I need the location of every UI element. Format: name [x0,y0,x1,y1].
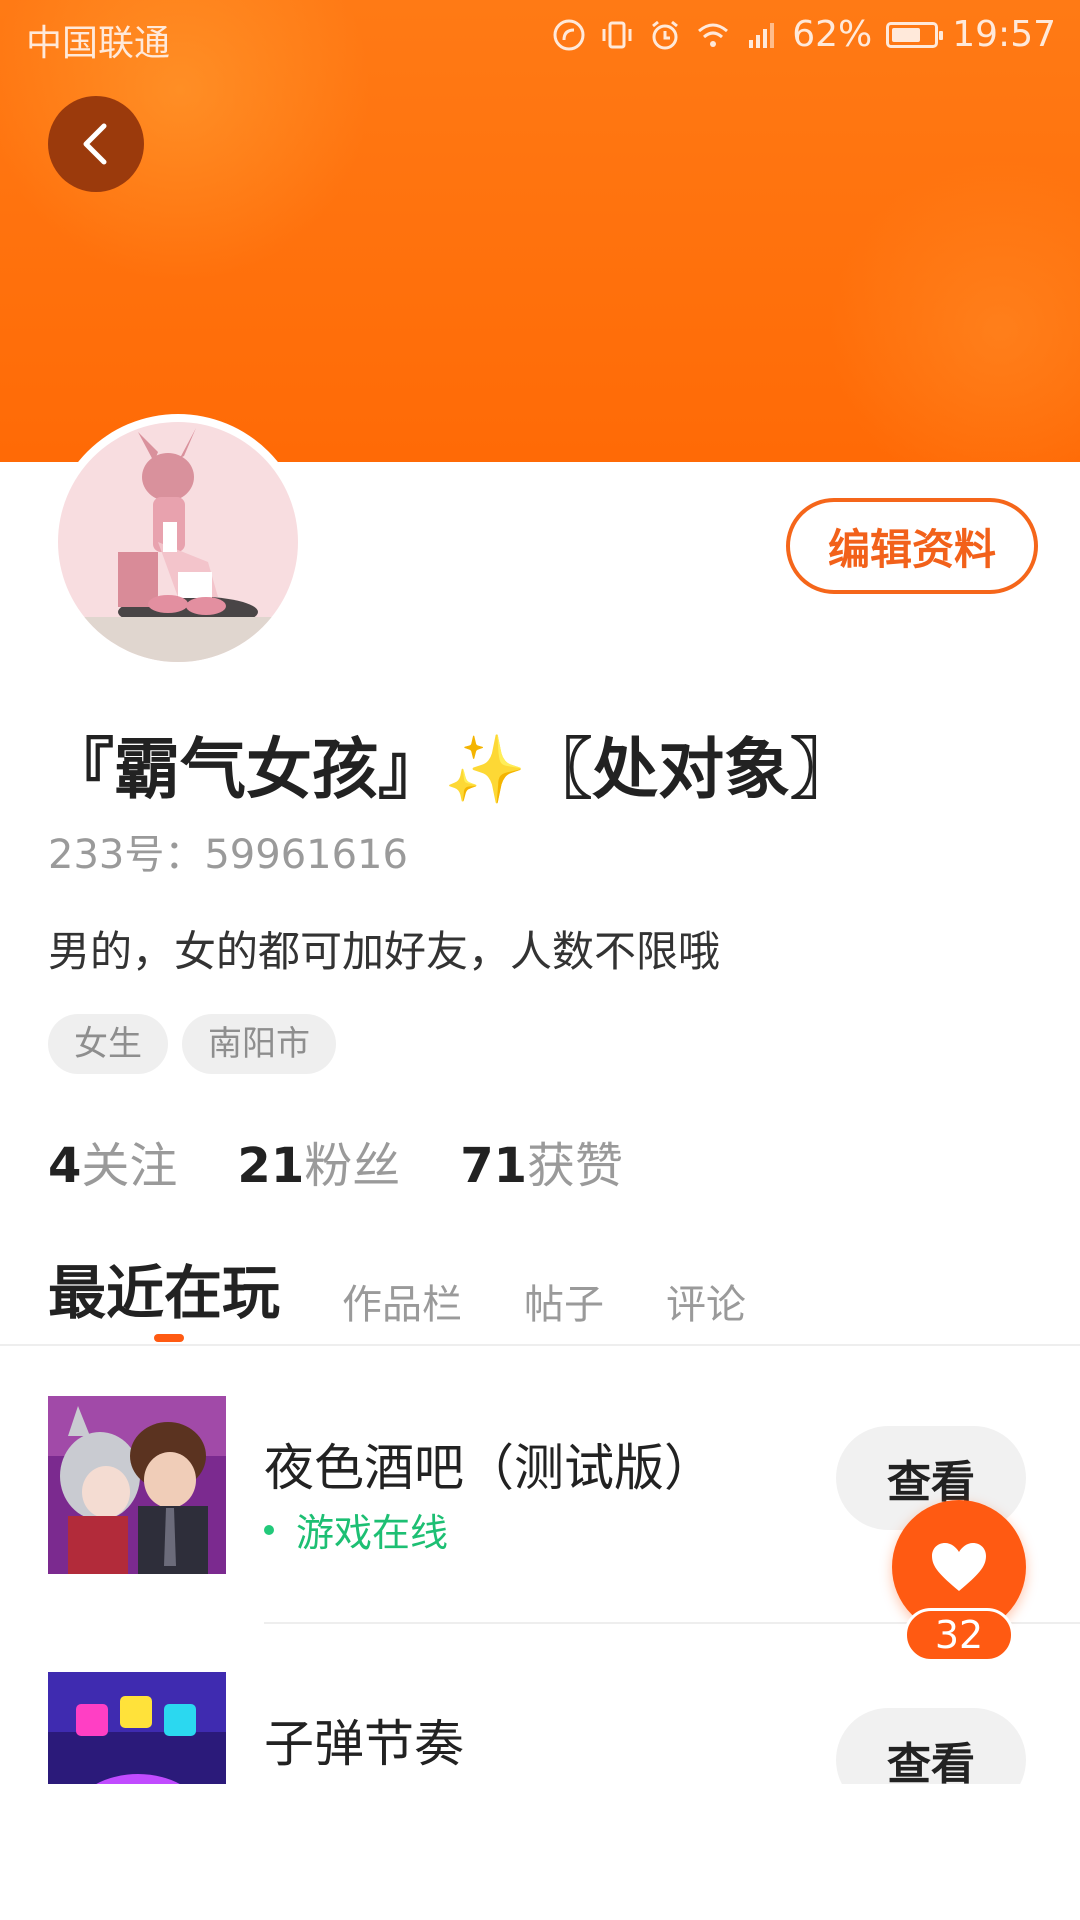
game-title: 夜色酒吧（测试版） [264,1439,714,1497]
profile-stats: 4关注 21粉丝 71获赞 [48,1126,623,1196]
following-label: 关注 [81,1138,178,1194]
gender-tag: 女生 [48,1014,168,1074]
likes-label: 获赞 [527,1138,624,1194]
game-title: 子弹节奏 [264,1715,464,1773]
battery-icon [886,21,944,48]
game-icon-night-bar [48,1396,226,1574]
cellular-signal-icon [749,22,775,48]
status-bar: 中国联通 62% 19:57 [0,0,1080,74]
profile-tabs: 最近在玩 作品栏 帖子 评论 [48,1246,746,1330]
tabs-divider [0,1344,1080,1346]
following-stat[interactable]: 4关注 [48,1126,177,1196]
battery-percent: 62% [792,14,873,55]
tab-recently-played[interactable]: 最近在玩 [48,1246,280,1330]
tab-posts[interactable]: 帖子 [524,1272,604,1330]
user-avatar[interactable] [50,414,306,670]
followers-label: 粉丝 [304,1138,401,1194]
vibrate-icon [602,21,632,48]
tab-comments[interactable]: 评论 [666,1272,746,1330]
carrier-name: 中国联通 [26,23,171,64]
followers-count: 21 [237,1138,305,1194]
location-tag: 南阳市 [182,1014,336,1074]
hd-call-icon [553,19,585,50]
alarm-icon [652,20,679,49]
likes-count: 71 [460,1138,528,1194]
avatar-character-illustration [58,428,298,662]
like-count-badge: 32 [904,1608,1014,1662]
user-bio: 男的，女的都可加好友，人数不限哦 [48,927,721,976]
chevron-left-icon [83,123,107,165]
heart-icon [932,1543,986,1591]
active-tab-indicator [154,1334,184,1342]
avatar-image [58,422,298,662]
online-dot-icon [264,1524,274,1535]
profile-header-banner: 中国联通 62% 19:57 [0,0,1080,462]
followers-stat[interactable]: 21粉丝 [237,1126,400,1196]
profile-tags: 女生 南阳市 [48,1014,336,1074]
user-id: 233号：59961616 [48,832,408,878]
online-status-label: 游戏在线 [296,1511,449,1555]
bottom-blank-area [0,1784,1080,1920]
edit-profile-button[interactable]: 编辑资料 [786,498,1038,594]
game-online-status: 游戏在线 [264,1502,448,1557]
wifi-icon [698,23,729,47]
following-count: 4 [48,1138,82,1194]
clock-time: 19:57 [952,14,1056,55]
likes-stat[interactable]: 71获赞 [460,1126,623,1196]
tab-works[interactable]: 作品栏 [342,1272,462,1330]
user-nickname: 『霸气女孩』✨〖处对象〗 [48,731,857,808]
back-button[interactable] [48,96,144,192]
